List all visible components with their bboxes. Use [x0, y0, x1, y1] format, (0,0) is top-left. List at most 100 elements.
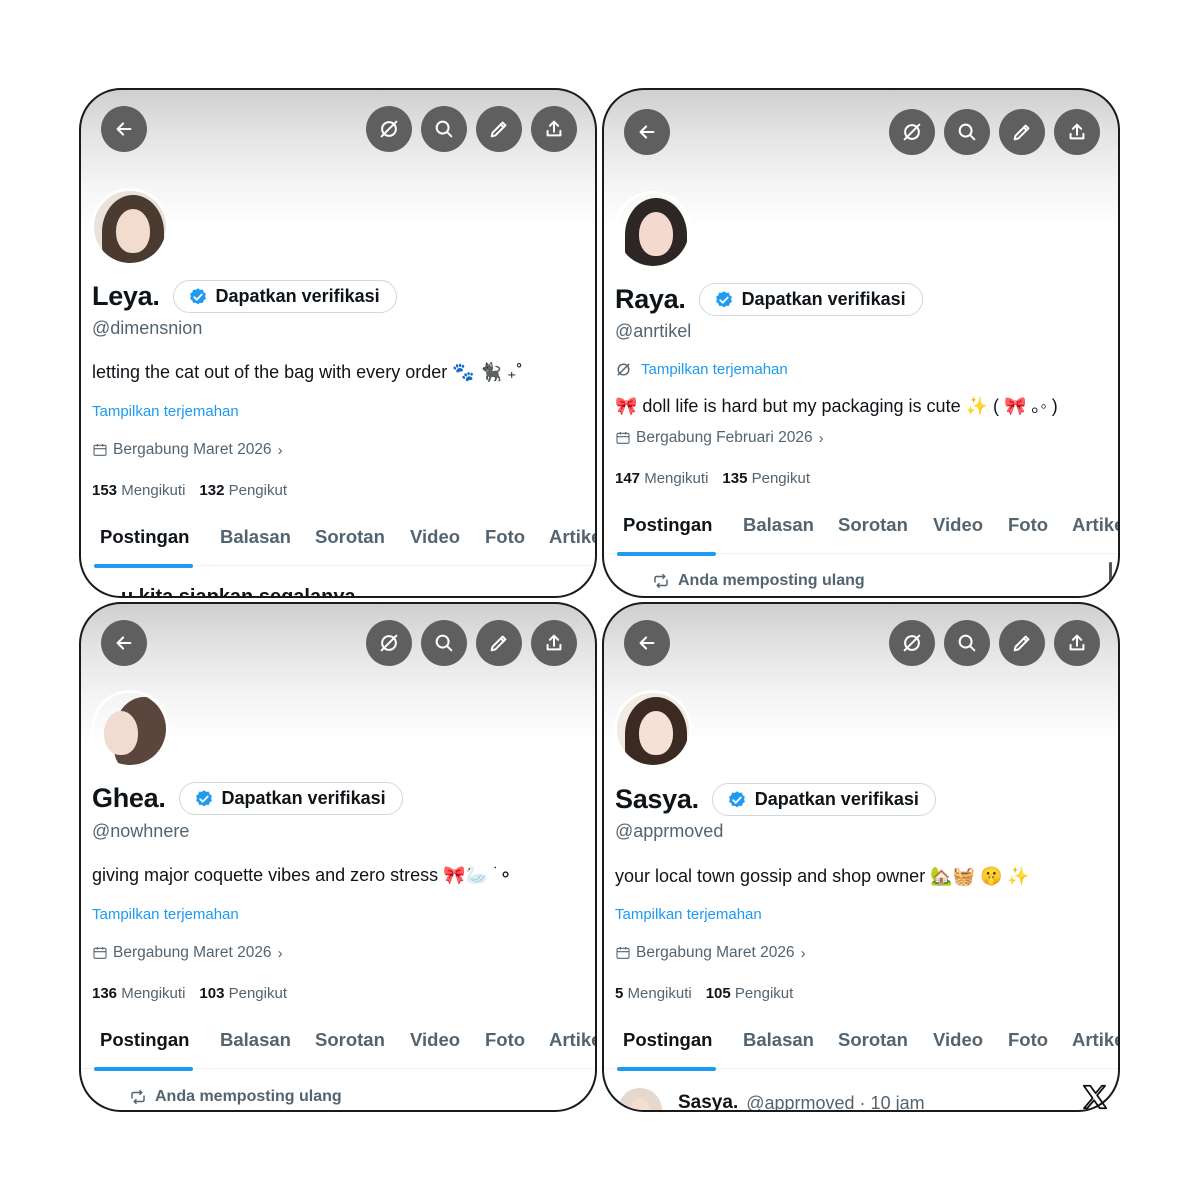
active-tab-indicator	[94, 1067, 193, 1071]
tab-balasan[interactable]: Balasan	[220, 1029, 291, 1051]
tab-video[interactable]: Video	[933, 514, 983, 536]
get-verified-button[interactable]: Dapatkan verifikasi	[172, 280, 397, 313]
post-avatar[interactable]	[618, 1088, 662, 1110]
chevron-right-icon: ›	[277, 944, 283, 962]
join-date: Bergabung Februari 2026 ›	[615, 429, 824, 447]
translate-icon	[617, 363, 630, 376]
verified-badge-icon	[715, 290, 732, 307]
edit-button[interactable]	[476, 620, 522, 666]
show-translation-link[interactable]: Tampilkan terjemahan	[615, 361, 788, 378]
tab-artikel[interactable]: Artikel	[1072, 1029, 1118, 1051]
tab-sorotan[interactable]: Sorotan	[315, 1029, 385, 1051]
post-header[interactable]: Sasya. @apprmoved · 10 jam	[618, 1074, 925, 1110]
bio: your local town gossip and shop owner 🏡🧺…	[615, 866, 1030, 886]
tab-sorotan[interactable]: Sorotan	[838, 1029, 908, 1051]
avatar[interactable]	[614, 191, 692, 269]
following-link[interactable]: 136 Mengikuti	[92, 985, 185, 1002]
followers-link[interactable]: 132 Pengikut	[199, 482, 287, 499]
share-button[interactable]	[531, 106, 577, 152]
translate-button[interactable]	[366, 620, 412, 666]
pencil-icon	[490, 121, 507, 138]
followers-link[interactable]: 103 Pengikut	[199, 985, 287, 1002]
translate-button[interactable]	[366, 106, 412, 152]
get-verified-button[interactable]: Dapatkan verifikasi	[178, 782, 403, 815]
show-translation-label: Tampilkan terjemahan	[92, 906, 239, 923]
handle: @nowhnere	[92, 821, 190, 841]
edit-button[interactable]	[476, 106, 522, 152]
search-button[interactable]	[944, 109, 990, 155]
show-translation-link[interactable]: Tampilkan terjemahan	[92, 403, 239, 420]
search-icon	[958, 123, 976, 141]
tab-artikel[interactable]: Artikel	[1072, 514, 1118, 536]
avatar[interactable]	[614, 690, 692, 768]
join-date: Bergabung Maret 2026 ›	[92, 944, 283, 962]
tab-sorotan[interactable]: Sorotan	[838, 514, 908, 536]
name-row: Raya. Dapatkan verifikasi	[615, 283, 923, 316]
share-icon	[546, 120, 562, 137]
name-row: Ghea. Dapatkan verifikasi	[92, 782, 403, 815]
tab-foto[interactable]: Foto	[485, 1029, 525, 1051]
search-icon	[435, 634, 453, 652]
followers-count: 135	[722, 470, 748, 487]
tab-artikel[interactable]: Artikel	[549, 1029, 595, 1051]
tab-postingan[interactable]: Postingan	[623, 1029, 712, 1051]
tab-foto[interactable]: Foto	[1008, 514, 1048, 536]
get-verified-button[interactable]: Dapatkan verifikasi	[711, 783, 936, 816]
tab-foto[interactable]: Foto	[485, 526, 525, 548]
avatar[interactable]	[91, 690, 169, 768]
following-count: 147	[615, 470, 641, 487]
tab-sorotan[interactable]: Sorotan	[315, 526, 385, 548]
share-button[interactable]	[1054, 620, 1100, 666]
tab-video[interactable]: Video	[410, 1029, 460, 1051]
active-tab-indicator	[617, 1067, 716, 1071]
share-button[interactable]	[1054, 109, 1100, 155]
tab-balasan[interactable]: Balasan	[743, 1029, 814, 1051]
following-label: Mengikuti	[121, 482, 186, 499]
tab-balasan[interactable]: Balasan	[220, 526, 291, 548]
tab-video[interactable]: Video	[410, 526, 460, 548]
tab-postingan[interactable]: Postingan	[623, 514, 712, 536]
get-verified-label: Dapatkan verifikasi	[215, 286, 380, 306]
display-name: Raya.	[615, 284, 686, 314]
scrollbar[interactable]	[1109, 562, 1112, 588]
followers-label: Pengikut	[228, 482, 287, 499]
tab-postingan[interactable]: Postingan	[100, 526, 189, 548]
search-button[interactable]	[421, 106, 467, 152]
bio: 🎀 doll life is hard but my packaging is …	[615, 396, 1058, 416]
following-link[interactable]: 153 Mengikuti	[92, 482, 185, 499]
profile-tabs: Postingan Balasan Sorotan Video Foto Art…	[604, 506, 1118, 556]
show-translation-link[interactable]: Tampilkan terjemahan	[92, 906, 239, 923]
tab-artikel[interactable]: Artikel	[549, 526, 595, 548]
tab-balasan[interactable]: Balasan	[743, 514, 814, 536]
following-link[interactable]: 5 Mengikuti	[615, 985, 692, 1002]
followers-link[interactable]: 105 Pengikut	[706, 985, 794, 1002]
calendar-icon	[616, 947, 630, 959]
edit-button[interactable]	[999, 620, 1045, 666]
back-button[interactable]	[101, 620, 147, 666]
bio: letting the cat out of the bag with ever…	[92, 362, 523, 382]
get-verified-button[interactable]: Dapatkan verifikasi	[698, 283, 923, 316]
back-button[interactable]	[624, 620, 670, 666]
retweet-icon	[131, 1089, 145, 1105]
tab-postingan[interactable]: Postingan	[100, 1029, 189, 1051]
translate-button[interactable]	[889, 620, 935, 666]
followers-link[interactable]: 135 Pengikut	[722, 470, 810, 487]
show-translation-link[interactable]: Tampilkan terjemahan	[615, 906, 762, 923]
profile-tabs: Postingan Balasan Sorotan Video Foto Art…	[81, 1021, 595, 1071]
share-button[interactable]	[531, 620, 577, 666]
back-button[interactable]	[101, 106, 147, 152]
search-button[interactable]	[421, 620, 467, 666]
reposted-label: Anda memposting ulang	[155, 1088, 342, 1105]
back-button[interactable]	[624, 109, 670, 155]
avatar[interactable]	[91, 188, 169, 266]
search-button[interactable]	[944, 620, 990, 666]
tab-video[interactable]: Video	[933, 1029, 983, 1051]
edit-button[interactable]	[999, 109, 1045, 155]
share-icon	[546, 634, 562, 651]
share-icon	[1069, 634, 1085, 651]
translate-button[interactable]	[889, 109, 935, 155]
tab-foto[interactable]: Foto	[1008, 1029, 1048, 1051]
show-translation-label: Tampilkan terjemahan	[615, 906, 762, 923]
following-link[interactable]: 147 Mengikuti	[615, 470, 708, 487]
following-label: Mengikuti	[644, 470, 709, 487]
